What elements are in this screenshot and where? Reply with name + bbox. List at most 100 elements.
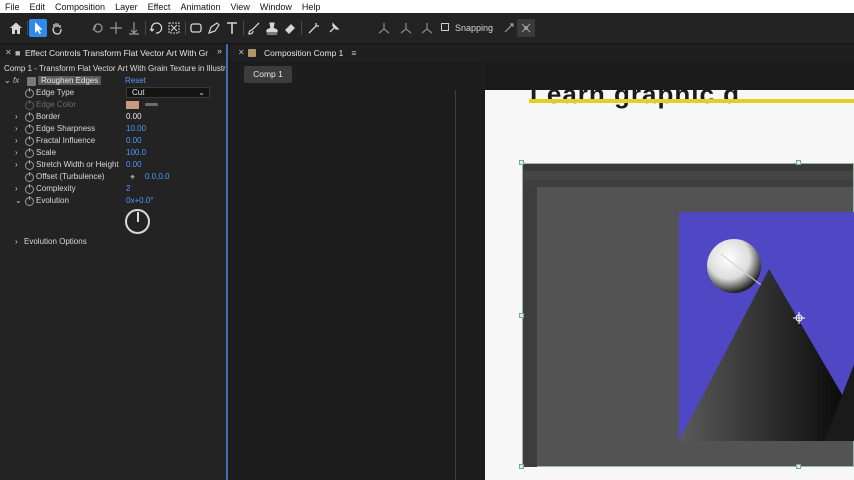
chevron-down-icon: ⌄ — [198, 88, 205, 97]
stopwatch-icon[interactable] — [25, 112, 34, 122]
effect-controls-tab[interactable]: ✕ ■ Effect Controls Transform Flat Vecto… — [0, 44, 226, 61]
scale-value[interactable]: 100.0 — [126, 148, 146, 157]
menu-help[interactable]: Help — [297, 2, 326, 12]
snapping-checkbox[interactable] — [441, 23, 449, 31]
reset-button[interactable]: Reset — [125, 76, 146, 85]
evolution-angle-dial[interactable] — [125, 209, 150, 234]
menu-file[interactable]: File — [0, 2, 25, 12]
embedded-menubar — [523, 164, 853, 171]
border-value[interactable]: 0.00 — [126, 112, 142, 121]
orbit-icon[interactable] — [147, 19, 165, 37]
property-label: Evolution — [36, 196, 69, 205]
edge-type-dropdown[interactable]: Cut ⌄ — [126, 87, 210, 98]
hand-tool-icon[interactable] — [48, 19, 66, 37]
roto-brush-icon[interactable] — [305, 19, 323, 37]
menu-composition[interactable]: Composition — [50, 2, 110, 12]
border-row: › Border 0.00 — [0, 112, 226, 124]
effect-badge-icon — [27, 77, 36, 86]
menu-animation[interactable]: Animation — [175, 2, 225, 12]
edge-color-swatch[interactable] — [126, 101, 139, 109]
chevron-right-icon[interactable]: › — [15, 148, 23, 157]
transform-handle[interactable] — [796, 464, 801, 469]
move-tool-icon[interactable] — [107, 19, 125, 37]
clone-stamp-icon[interactable] — [263, 19, 281, 37]
composition-tab[interactable]: ✕ Composition Comp 1 ≡ — [230, 44, 854, 61]
comp-1-tab[interactable]: Comp 1 — [244, 66, 292, 83]
property-label: Stretch Width or Height — [36, 160, 119, 169]
home-icon[interactable] — [7, 19, 25, 37]
panel-menu-icon[interactable]: ■ — [15, 48, 25, 58]
eyedropper-icon[interactable] — [145, 103, 158, 106]
chevron-right-icon[interactable]: › — [15, 136, 23, 145]
illustrator-screenshot-layer[interactable] — [522, 163, 854, 467]
transform-handle[interactable] — [796, 160, 801, 165]
move-down-icon[interactable] — [125, 19, 143, 37]
stopwatch-icon[interactable] — [25, 196, 34, 206]
menu-effect[interactable]: Effect — [143, 2, 176, 12]
guide-line — [455, 90, 456, 480]
evolution-options-row[interactable]: › Evolution Options — [0, 237, 226, 249]
effect-name[interactable]: Roughen Edges — [38, 76, 102, 85]
layer-path-label: Comp 1 - Transform Flat Vector Art With … — [4, 64, 226, 73]
chevron-right-icon[interactable]: › — [15, 124, 23, 133]
stopwatch-icon[interactable] — [25, 148, 34, 158]
eraser-icon[interactable] — [281, 19, 299, 37]
stopwatch-icon[interactable] — [25, 160, 34, 170]
stopwatch-icon[interactable] — [25, 124, 34, 134]
menu-window[interactable]: Window — [255, 2, 297, 12]
transform-handle[interactable] — [519, 160, 524, 165]
pen-tool-icon[interactable] — [205, 19, 223, 37]
scale-row: › Scale 100.0 — [0, 148, 226, 160]
edge-color-row: Edge Color — [0, 100, 226, 112]
puppet-pin-icon[interactable] — [325, 19, 343, 37]
axis-local-icon[interactable] — [375, 19, 393, 37]
chevron-right-icon[interactable]: › — [15, 160, 23, 169]
fractal-influence-value[interactable]: 0.00 — [126, 136, 142, 145]
headline-underline — [529, 99, 854, 103]
menu-bar: File Edit Composition Layer Effect Anima… — [0, 0, 854, 13]
region-icon[interactable] — [165, 19, 183, 37]
stopwatch-icon[interactable] — [25, 88, 34, 98]
rotation-tool-icon[interactable] — [89, 19, 107, 37]
stopwatch-icon — [25, 100, 34, 110]
close-icon[interactable]: ✕ — [5, 48, 15, 57]
chevron-right-icon[interactable]: › — [15, 184, 23, 193]
menu-icon[interactable]: ≡ — [351, 48, 356, 58]
stopwatch-icon[interactable] — [25, 172, 34, 182]
rectangle-tool-icon[interactable] — [187, 19, 205, 37]
offset-value[interactable]: 0.0,0.0 — [145, 172, 169, 181]
menu-edit[interactable]: Edit — [25, 2, 51, 12]
snap-feature-icon[interactable] — [517, 19, 535, 37]
transform-handle[interactable] — [519, 464, 524, 469]
chevron-down-icon[interactable]: ⌄ — [4, 76, 12, 85]
lock-icon[interactable] — [248, 48, 256, 57]
stretch-value[interactable]: 0.00 — [126, 160, 142, 169]
chevron-down-icon[interactable]: ⌄ — [15, 196, 23, 205]
brush-tool-icon[interactable] — [245, 19, 263, 37]
transform-handle[interactable] — [519, 313, 524, 318]
chevron-right-icon[interactable]: › — [15, 112, 23, 121]
evolution-value[interactable]: 0x+0.0° — [126, 196, 153, 205]
crosshair-icon[interactable]: ⌖ — [127, 172, 138, 183]
axis-world-icon[interactable] — [397, 19, 415, 37]
chevron-right-icon[interactable]: › — [15, 237, 23, 246]
menu-layer[interactable]: Layer — [110, 2, 143, 12]
stretch-row: › Stretch Width or Height 0.00 — [0, 160, 226, 172]
complexity-value[interactable]: 2 — [126, 184, 130, 193]
axis-view-icon[interactable] — [418, 19, 436, 37]
edge-sharpness-value[interactable]: 10.00 — [126, 124, 146, 133]
stopwatch-icon[interactable] — [25, 184, 34, 194]
composition-title: Composition Comp 1 — [264, 47, 344, 58]
menu-view[interactable]: View — [225, 2, 254, 12]
stopwatch-icon[interactable] — [25, 136, 34, 146]
property-label: Fractal Influence — [36, 136, 96, 145]
effect-controls-title: Effect Controls Transform Flat Vector Ar… — [25, 47, 209, 58]
fx-toggle[interactable]: fx — [13, 76, 19, 85]
panel-overflow-icon[interactable]: » — [217, 46, 222, 56]
selection-tool-icon[interactable] — [29, 19, 47, 37]
type-tool-icon[interactable] — [223, 19, 241, 37]
snap-edge-icon[interactable] — [500, 19, 518, 37]
close-icon[interactable]: ✕ — [238, 48, 248, 57]
complexity-row: › Complexity 2 — [0, 184, 226, 196]
dropdown-value: Cut — [132, 88, 145, 97]
